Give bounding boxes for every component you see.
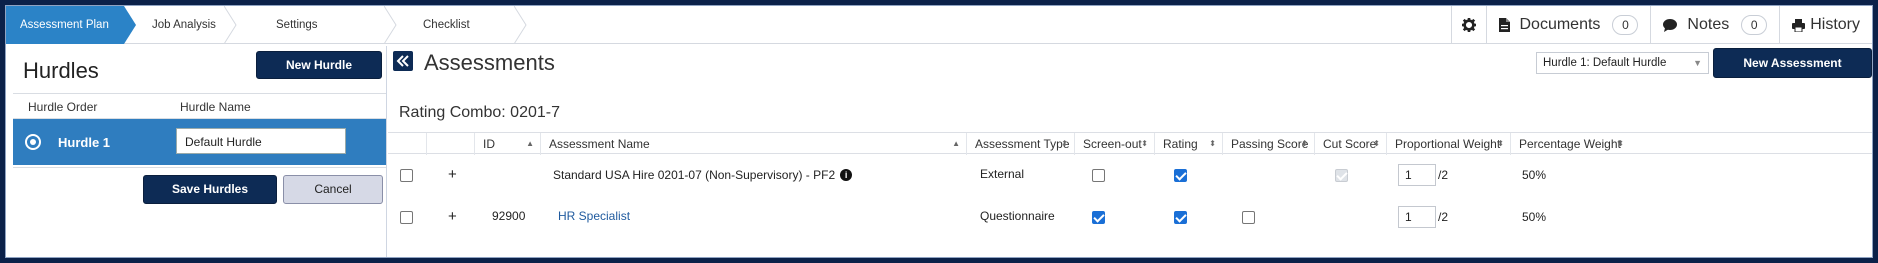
new-assessment-button[interactable]: New Assessment [1713, 48, 1872, 78]
double-chevron-left-icon [396, 55, 409, 67]
divider [13, 167, 386, 168]
proportional-weight-total: /2 [1438, 168, 1449, 182]
info-icon[interactable]: i [840, 169, 853, 181]
screen-out-checkbox[interactable] [1092, 211, 1105, 224]
new-hurdle-button[interactable]: New Hurdle [256, 51, 382, 79]
top-nav: Assessment Plan Job Analysis Settings Ch… [6, 6, 1872, 44]
proportional-weight-input[interactable]: 1 [1398, 164, 1436, 186]
hurdle-select-value: Hurdle 1: Default Hurdle [1543, 57, 1667, 69]
row-select-checkbox[interactable] [400, 211, 413, 224]
save-hurdles-button[interactable]: Save Hurdles [143, 175, 277, 204]
hurdle-order-header: Hurdle Order [28, 100, 98, 114]
hurdles-table-header: Hurdle Order Hurdle Name [13, 93, 386, 119]
dropdown-arrow-icon: ▼ [1693, 58, 1702, 68]
proportional-weight-input[interactable]: 1 [1398, 206, 1436, 228]
table-row: + Standard USA Hire 0201-07 (Non-Supervi… [388, 154, 1872, 196]
hurdle-row[interactable]: Hurdle 1 Default Hurdle [13, 119, 386, 165]
cut-score-checkbox [1335, 169, 1348, 182]
passing-score-checkbox[interactable] [1242, 211, 1255, 224]
table-row: + 92900 HR Specialist Questionnaire 1 /2… [388, 196, 1872, 238]
sort-icon: ⬍ [1497, 139, 1504, 148]
assessments-panel: Assessments Hurdle 1: Default Hurdle ▼ N… [388, 46, 1872, 257]
printer-icon [1792, 18, 1806, 32]
sort-icon: ⬍ [1617, 139, 1624, 148]
gear-icon [1461, 18, 1476, 32]
screen-out-checkbox[interactable] [1092, 169, 1105, 182]
assessment-id: 92900 [492, 209, 526, 223]
notes-button[interactable]: Notes 0 [1650, 6, 1779, 44]
step-checklist[interactable]: Checklist [423, 6, 513, 44]
screen-out-column-header[interactable]: Screen-out ⬍ [1074, 133, 1154, 155]
percentage-weight-column-header[interactable]: Percentage Weight ⬍ [1510, 133, 1630, 155]
documents-count-badge: 0 [1612, 15, 1639, 35]
hurdles-panel: Hurdles New Hurdle Hurdle Order Hurdle N… [13, 46, 387, 257]
proportional-weight-column-header[interactable]: Proportional Weight ⬍ [1386, 133, 1510, 155]
documents-button[interactable]: Documents 0 [1485, 6, 1651, 44]
step-assessment-plan[interactable]: Assessment Plan [6, 6, 124, 44]
toolbar: Documents 0 Notes 0 History [1450, 6, 1873, 44]
step-settings[interactable]: Settings [276, 6, 356, 44]
assessment-name: Standard USA Hire 0201-07 (Non-Superviso… [553, 168, 853, 182]
notes-label: Notes [1687, 16, 1730, 33]
step-chevron [384, 6, 397, 44]
settings-button[interactable] [1450, 6, 1486, 44]
assessments-table-header: ID ▲ Assessment Name ▲ Assessment Type ⬍ Sc… [388, 132, 1872, 155]
notes-count-badge: 0 [1741, 15, 1768, 35]
history-label: History [1810, 16, 1860, 33]
rating-combo: Rating Combo: 0201-7 [399, 104, 560, 121]
hurdles-title: Hurdles [23, 58, 99, 83]
proportional-weight-total: /2 [1438, 210, 1449, 224]
hurdle-select[interactable]: Hurdle 1: Default Hurdle ▼ [1536, 52, 1709, 74]
documents-label: Documents [1519, 16, 1601, 33]
assessment-type: Questionnaire [980, 209, 1055, 223]
step-chevron [224, 6, 237, 44]
name-column-header[interactable]: Assessment Name ▲ [540, 133, 966, 155]
hurdle-label: Hurdle 1 [58, 135, 111, 150]
expand-row-button[interactable]: + [448, 208, 457, 225]
sort-icon: ⬍ [1061, 139, 1068, 148]
sort-icon: ⬍ [1373, 139, 1380, 148]
percentage-weight: 50% [1522, 168, 1547, 182]
rating-checkbox[interactable] [1174, 169, 1187, 182]
sort-asc-icon: ▲ [526, 139, 534, 148]
rating-checkbox[interactable] [1174, 211, 1187, 224]
collapse-panel-button[interactable] [393, 51, 413, 71]
rating-column-header[interactable]: Rating ⬍ [1154, 133, 1222, 155]
step-job-analysis[interactable]: Job Analysis [124, 6, 224, 44]
hurdle-name-input[interactable]: Default Hurdle [176, 128, 346, 154]
assessment-name-link[interactable]: HR Specialist [558, 209, 630, 223]
app-frame: Assessment Plan Job Analysis Settings Ch… [5, 5, 1873, 258]
sort-icon: ▲ [952, 139, 960, 148]
assessments-title: Assessments [424, 50, 555, 75]
hurdle-name-header: Hurdle Name [180, 100, 251, 114]
comment-icon [1663, 18, 1678, 32]
expand-column-header [426, 133, 474, 155]
sort-icon: ⬍ [1209, 139, 1216, 148]
cut-score-column-header[interactable]: Cut Score ⬍ [1314, 133, 1386, 155]
assessment-type: External [980, 167, 1025, 181]
hurdle-radio[interactable] [25, 134, 41, 150]
history-button[interactable]: History [1779, 6, 1872, 44]
passing-score-column-header[interactable]: Passing Score ⬍ [1222, 133, 1314, 155]
cancel-button[interactable]: Cancel [283, 175, 383, 204]
row-select-checkbox[interactable] [400, 169, 413, 182]
step-chevron [514, 6, 527, 44]
percentage-weight: 50% [1522, 210, 1547, 224]
type-column-header[interactable]: Assessment Type ⬍ [966, 133, 1074, 155]
document-icon [1498, 18, 1510, 32]
sort-icon: ⬍ [1141, 139, 1148, 148]
sort-icon: ⬍ [1301, 139, 1308, 148]
id-column-header[interactable]: ID ▲ [474, 133, 540, 155]
expand-row-button[interactable]: + [448, 166, 457, 183]
